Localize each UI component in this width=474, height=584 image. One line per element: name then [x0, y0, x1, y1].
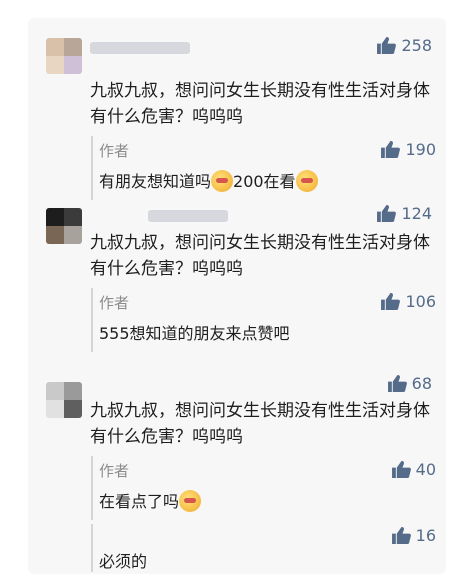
like-button[interactable]: 124 — [377, 204, 432, 223]
reply-text: 必须的 — [99, 552, 148, 571]
reply-like-count: 40 — [415, 460, 436, 479]
embarrassed-face-emoji — [179, 490, 202, 512]
avatar[interactable] — [46, 208, 82, 244]
avatar[interactable] — [46, 38, 82, 74]
reply-like-count: 16 — [415, 526, 436, 545]
reply-like-button[interactable]: 106 — [381, 292, 436, 311]
like-count: 258 — [401, 36, 432, 55]
thumbs-up-icon — [391, 527, 411, 544]
sub-reply: 16 必须的 — [91, 524, 436, 572]
reply-like-count: 106 — [405, 292, 436, 311]
salute-face-emoji — [295, 170, 318, 192]
avatar[interactable] — [46, 382, 82, 418]
reply-like-button[interactable]: 16 — [391, 526, 436, 545]
comment-text: 九叔九叔，想问问女生长期没有性生活对身体有什么危害？呜呜呜 — [90, 233, 430, 279]
reply-text-part: 200在看 — [233, 172, 296, 191]
username-blurred[interactable] — [90, 42, 190, 54]
thumbs-up-icon — [377, 205, 397, 222]
thumbs-up-icon — [381, 293, 401, 310]
reply-text: 在看点了吗 — [99, 488, 202, 512]
like-count: 124 — [401, 204, 432, 223]
like-count: 68 — [411, 374, 432, 393]
comment-card: 258 九叔九叔，想问问女生长期没有性生活对身体有什么危害？呜呜呜 作者 190… — [28, 18, 446, 574]
reply-author: 作者 — [99, 294, 130, 312]
reply-text-part: 在看点了吗 — [99, 492, 180, 511]
reply-like-button[interactable]: 40 — [391, 460, 436, 479]
reply-like-button[interactable]: 190 — [381, 140, 436, 159]
username-blurred[interactable] — [148, 210, 228, 222]
thumbs-up-icon — [387, 375, 407, 392]
reply-text: 555想知道的朋友来点赞吧 — [99, 324, 290, 343]
comment-text: 九叔九叔，想问问女生长期没有性生活对身体有什么危害？呜呜呜 — [90, 401, 430, 447]
reply-text-part: 有朋友想知道吗 — [99, 172, 212, 191]
reply-text: 有朋友想知道吗 200在看 — [99, 168, 318, 192]
comment-text: 九叔九叔，想问问女生长期没有性生活对身体有什么危害？呜呜呜 — [90, 81, 430, 127]
thumbs-up-icon — [391, 461, 411, 478]
like-button[interactable]: 258 — [377, 36, 432, 55]
reply-like-count: 190 — [405, 140, 436, 159]
reply-author: 作者 — [99, 462, 130, 480]
author-reply: 作者 106 555想知道的朋友来点赞吧 — [91, 288, 436, 352]
reply-author: 作者 — [99, 142, 130, 160]
author-reply: 作者 190 有朋友想知道吗 200在看 — [91, 136, 436, 200]
like-button[interactable]: 68 — [387, 374, 432, 393]
thumbs-up-icon — [377, 37, 397, 54]
embarrassed-face-emoji — [211, 170, 234, 192]
author-reply: 作者 40 在看点了吗 — [91, 456, 436, 520]
thumbs-up-icon — [381, 141, 401, 158]
